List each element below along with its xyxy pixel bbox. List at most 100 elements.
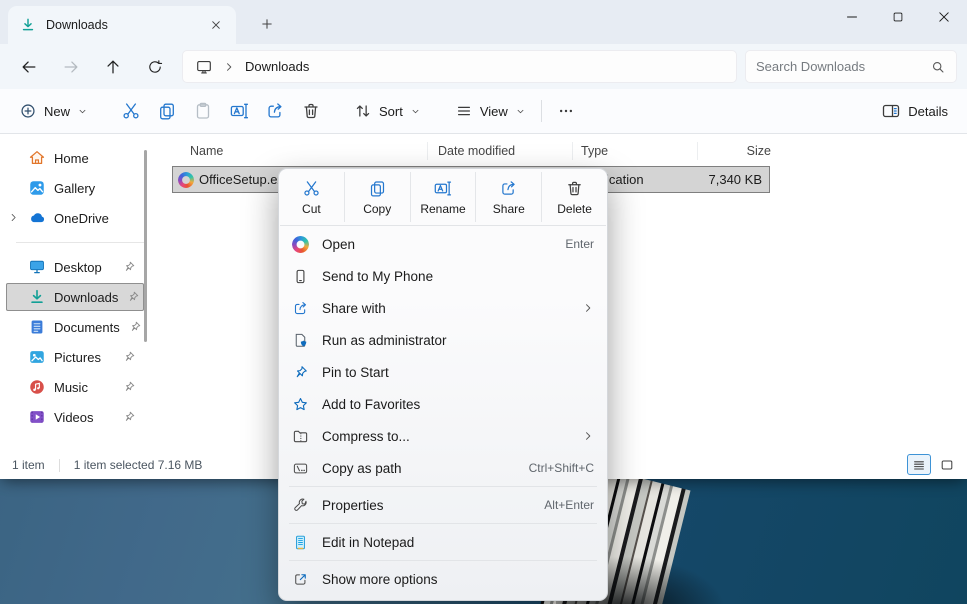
column-size[interactable]: Size — [697, 142, 777, 160]
menu-item-add-to-favorites[interactable]: Add to Favorites — [279, 388, 607, 420]
rename-button[interactable] — [221, 95, 257, 127]
chevron-down-icon — [77, 106, 88, 117]
pin-icon — [126, 290, 140, 304]
back-button[interactable] — [8, 49, 50, 85]
new-button[interactable]: New — [10, 96, 97, 126]
refresh-button[interactable] — [134, 49, 176, 85]
share-button[interactable] — [257, 95, 293, 127]
maximize-button[interactable] — [875, 0, 921, 34]
shield-icon — [292, 332, 309, 349]
copy-button[interactable] — [149, 95, 185, 127]
quick-delete-button[interactable]: Delete — [542, 172, 607, 222]
chevron-right-icon[interactable] — [8, 212, 19, 223]
sidebar-item-documents[interactable]: Documents — [6, 313, 144, 341]
new-tab-button[interactable] — [254, 11, 280, 37]
sidebar-scrollbar[interactable] — [144, 150, 147, 342]
sidebar-item-desktop[interactable]: Desktop — [6, 253, 144, 281]
close-button[interactable] — [921, 0, 967, 34]
column-date-modified[interactable]: Date modified — [427, 142, 572, 160]
menu-separator — [289, 560, 597, 561]
menu-separator — [280, 225, 606, 226]
office-file-icon — [178, 172, 194, 188]
menu-item-share-with[interactable]: Share with — [279, 292, 607, 324]
rename-icon — [229, 101, 249, 121]
chevron-right-icon — [223, 61, 235, 73]
menu-item-label: Properties — [322, 498, 531, 513]
menu-item-label: Show more options — [322, 572, 594, 587]
menu-item-label: Send to My Phone — [322, 269, 594, 284]
pictures-icon — [28, 348, 46, 366]
tab-close-icon[interactable] — [204, 13, 228, 37]
sidebar-item-gallery[interactable]: Gallery — [6, 174, 144, 202]
menu-item-shortcut: Ctrl+Shift+C — [529, 461, 594, 475]
menu-item-edit-in-notepad[interactable]: Edit in Notepad — [279, 526, 607, 558]
delete-button[interactable] — [293, 95, 329, 127]
desktopicon-icon — [28, 258, 46, 276]
context-menu: CutCopyRename Share Delete OpenEnter Send t… — [278, 168, 608, 601]
command-toolbar: New Sort View Details — [0, 89, 967, 134]
sort-button[interactable]: Sort — [345, 96, 430, 126]
tab-bar: Downloads — [0, 0, 967, 44]
menu-item-show-more-options[interactable]: Show more options — [279, 563, 607, 595]
menu-item-copy-as-path[interactable]: Copy as pathCtrl+Shift+C — [279, 452, 607, 484]
cut-button[interactable] — [113, 95, 149, 127]
menu-item-send-to-my-phone[interactable]: Send to My Phone — [279, 260, 607, 292]
sidebar-item-label: Pictures — [54, 350, 101, 365]
thumbnail-view-button[interactable] — [935, 454, 959, 475]
more-button[interactable] — [548, 96, 584, 126]
share-icon — [499, 179, 518, 198]
menu-item-shortcut: Enter — [565, 237, 594, 251]
sidebar-item-onedrive[interactable]: OneDrive — [6, 204, 144, 232]
house-icon — [28, 149, 46, 167]
sidebar-item-music[interactable]: Music — [6, 373, 144, 401]
menu-item-label: Pin to Start — [322, 365, 594, 380]
zip-icon — [292, 428, 309, 445]
sort-label: Sort — [379, 104, 403, 119]
sidebar-separator — [16, 242, 144, 243]
sidebar: HomeGallery OneDrive Desktop DownloadsDocum… — [0, 134, 150, 451]
view-icon — [455, 102, 473, 120]
onedrive-icon — [28, 209, 46, 227]
quick-rename-button[interactable]: Rename — [411, 172, 477, 222]
menu-item-open[interactable]: OpenEnter — [279, 228, 607, 260]
menu-item-shortcut: Alt+Enter — [544, 498, 594, 512]
quick-cut-button[interactable]: Cut — [279, 172, 345, 222]
status-separator — [59, 459, 60, 472]
quick-copy-button[interactable]: Copy — [345, 172, 411, 222]
sidebar-item-pictures[interactable]: Pictures — [6, 343, 144, 371]
share-icon — [265, 101, 285, 121]
pin-icon — [122, 350, 136, 364]
menu-item-label: Edit in Notepad — [322, 535, 594, 550]
menu-item-properties[interactable]: Properties Alt+Enter — [279, 489, 607, 521]
menu-item-pin-to-start[interactable]: Pin to Start — [279, 356, 607, 388]
column-name[interactable]: Name — [150, 142, 427, 160]
pin-icon — [122, 410, 136, 424]
menu-item-compress-to[interactable]: Compress to... — [279, 420, 607, 452]
view-button[interactable]: View — [446, 96, 535, 126]
sidebar-item-videos[interactable]: Videos — [6, 403, 144, 431]
sidebar-item-label: Desktop — [54, 260, 102, 275]
paste-button — [185, 95, 221, 127]
documents-icon — [28, 318, 46, 336]
details-label: Details — [908, 104, 948, 119]
menu-item-run-as-administrator[interactable]: Run as administrator — [279, 324, 607, 356]
minimize-button[interactable] — [829, 0, 875, 34]
more-icon — [557, 102, 575, 120]
view-toggles — [907, 454, 959, 475]
details-view-button[interactable] — [907, 454, 931, 475]
quick-share-button[interactable]: Share — [476, 172, 542, 222]
quick-action-label: Share — [493, 202, 525, 216]
search-input[interactable]: Search Downloads — [745, 50, 957, 83]
column-type[interactable]: Type — [572, 142, 697, 160]
up-button[interactable] — [92, 49, 134, 85]
sidebar-item-label: OneDrive — [54, 211, 109, 226]
details-button[interactable]: Details — [872, 95, 957, 127]
external-icon — [292, 571, 309, 588]
selection-summary: 1 item selected 7.16 MB — [74, 458, 203, 472]
tab-downloads[interactable]: Downloads — [8, 6, 236, 44]
download-icon — [28, 288, 46, 306]
sidebar-item-downloads[interactable]: Downloads — [6, 283, 144, 311]
sidebar-item-home[interactable]: Home — [6, 144, 144, 172]
address-bar[interactable]: Downloads — [182, 50, 737, 83]
details-pane-icon — [881, 101, 901, 121]
